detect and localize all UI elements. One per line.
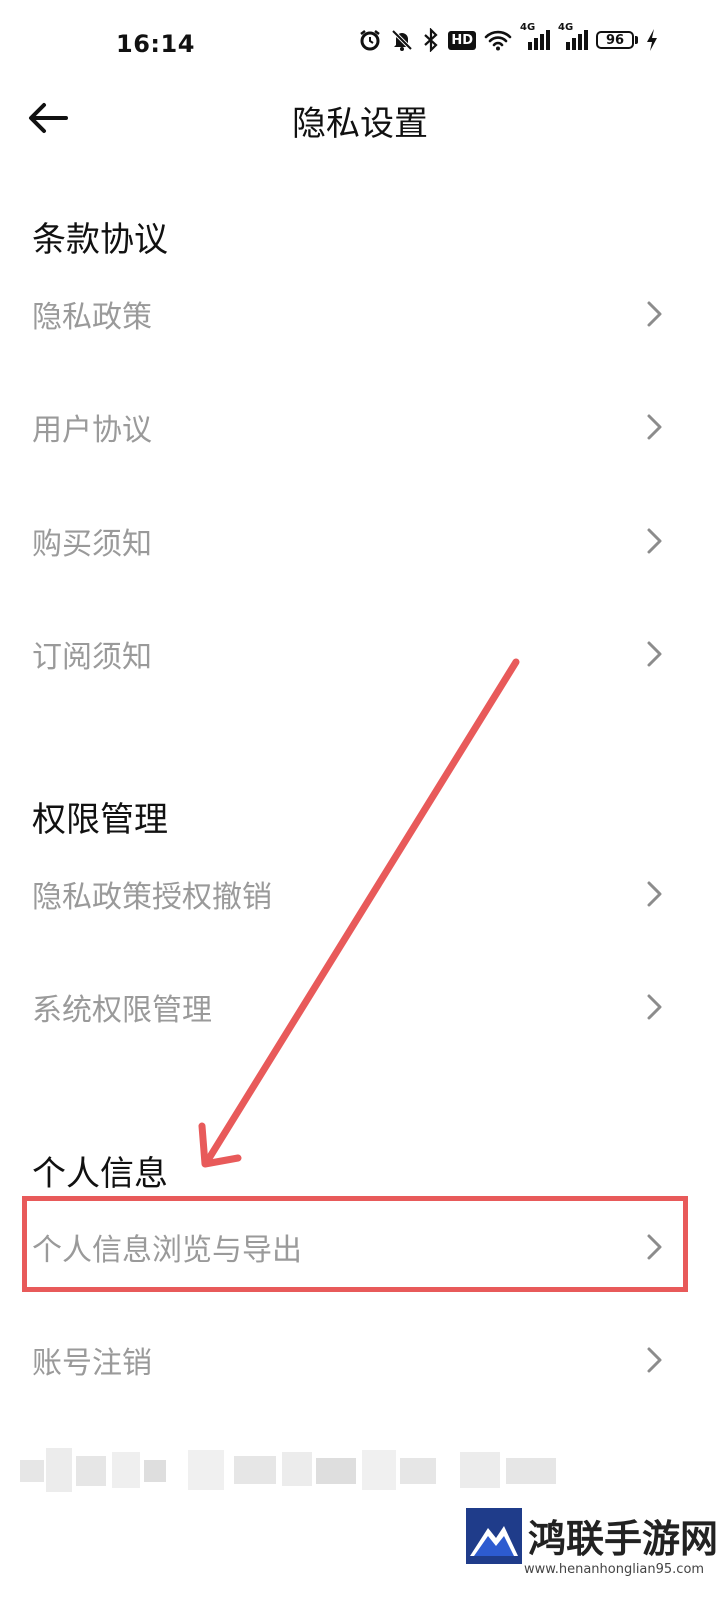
watermark-url: www.henanhonglian95.com xyxy=(524,1562,705,1577)
bell-off-icon xyxy=(390,28,414,52)
status-time: 16:14 xyxy=(116,30,195,58)
battery-level: 96 xyxy=(596,31,634,49)
chevron-right-icon xyxy=(647,641,662,667)
signal-4g-icon: 4G xyxy=(520,22,550,52)
menu-item-subscription-notice[interactable]: 订阅须知 xyxy=(0,614,720,694)
menu-item-label: 账号注销 xyxy=(32,1346,152,1381)
charging-icon xyxy=(646,28,658,52)
battery-icon: 96 xyxy=(596,31,638,49)
menu-item-label: 隐私政策 xyxy=(32,300,152,335)
menu-item-label: 隐私政策授权撤销 xyxy=(32,880,272,915)
wifi-icon xyxy=(484,29,512,51)
chevron-right-icon xyxy=(647,414,662,440)
menu-item-delete-account[interactable]: 账号注销 xyxy=(0,1320,720,1400)
section-header-terms: 条款协议 xyxy=(32,220,168,260)
signal-label: 4G xyxy=(558,22,574,33)
menu-item-label: 用户协议 xyxy=(32,413,152,448)
bluetooth-icon xyxy=(422,28,440,52)
annotation-highlight-box xyxy=(22,1196,688,1292)
menu-item-user-agreement[interactable]: 用户协议 xyxy=(0,387,720,467)
menu-item-revoke-authorization[interactable]: 隐私政策授权撤销 xyxy=(0,854,720,934)
page-title: 隐私设置 xyxy=(292,104,428,144)
chevron-right-icon xyxy=(647,301,662,327)
chevron-right-icon xyxy=(647,1347,662,1373)
blurred-footer-text xyxy=(20,1442,580,1504)
menu-item-label: 系统权限管理 xyxy=(32,993,212,1028)
alarm-icon xyxy=(358,28,382,52)
menu-item-privacy-policy[interactable]: 隐私政策 xyxy=(0,274,720,354)
watermark-title: 鸿联手游网 xyxy=(528,1516,719,1561)
menu-item-system-permissions[interactable]: 系统权限管理 xyxy=(0,967,720,1047)
section-header-personal-info: 个人信息 xyxy=(32,1154,168,1194)
section-header-permissions: 权限管理 xyxy=(32,800,168,840)
status-icons: HD 4G 4G 96 xyxy=(358,22,658,52)
menu-item-purchase-notice[interactable]: 购买须知 xyxy=(0,501,720,581)
hd-icon: HD xyxy=(448,30,476,50)
chevron-right-icon xyxy=(647,528,662,554)
hd-label: HD xyxy=(448,30,476,50)
signal-4g-icon: 4G xyxy=(558,22,588,52)
watermark-logo-icon xyxy=(466,1508,522,1564)
menu-item-label: 订阅须知 xyxy=(32,640,152,675)
top-bar: 隐私设置 xyxy=(0,82,720,152)
status-bar: 16:14 HD 4G 4G 96 xyxy=(0,0,720,90)
chevron-right-icon xyxy=(647,881,662,907)
watermark: 鸿联手游网 www.henanhonglian95.com xyxy=(462,1502,720,1600)
signal-label: 4G xyxy=(520,22,536,33)
menu-item-label: 购买须知 xyxy=(32,527,152,562)
chevron-right-icon xyxy=(647,994,662,1020)
